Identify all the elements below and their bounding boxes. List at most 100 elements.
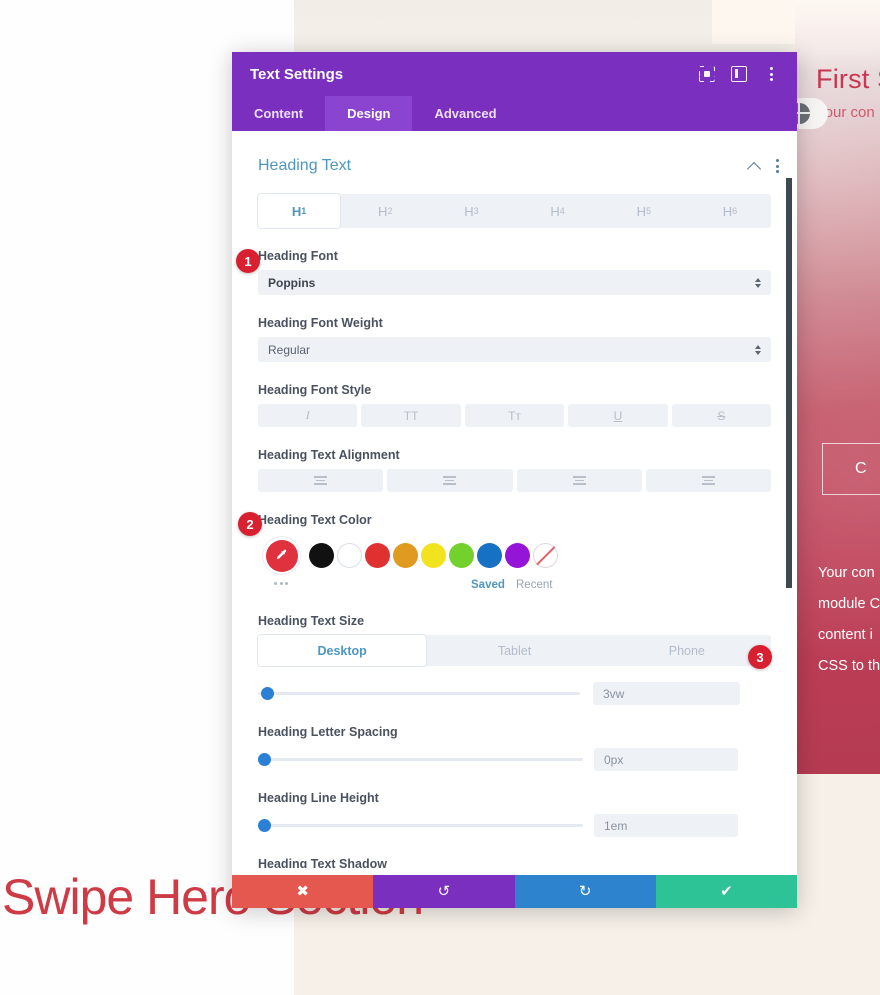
align-center-button[interactable] bbox=[387, 469, 513, 492]
device-tab-tablet[interactable]: Tablet bbox=[430, 635, 599, 666]
heading-level-h2[interactable]: H2 bbox=[344, 194, 427, 228]
strikethrough-button[interactable]: S bbox=[671, 404, 772, 427]
underline-button[interactable]: U bbox=[568, 404, 668, 427]
align-right-icon bbox=[572, 476, 586, 485]
heading-text-section-header: Heading Text bbox=[232, 131, 797, 175]
color-picker-button[interactable] bbox=[263, 537, 300, 574]
swatch-yellow[interactable] bbox=[421, 543, 446, 568]
swatch-blue[interactable] bbox=[477, 543, 502, 568]
align-justify-icon bbox=[701, 476, 715, 485]
modal-title: Text Settings bbox=[250, 65, 344, 83]
no-color-icon[interactable] bbox=[533, 543, 558, 568]
italic-button[interactable]: I bbox=[258, 404, 358, 427]
smallcaps-button[interactable]: Tᴛ bbox=[464, 404, 565, 427]
eyedropper-icon bbox=[265, 539, 298, 572]
slider-track bbox=[258, 758, 583, 761]
modal-header-icons bbox=[699, 66, 783, 82]
heading-text-size-slider[interactable] bbox=[258, 687, 580, 701]
heading-level-group: H1 H2 H3 H4 H5 H6 bbox=[258, 194, 772, 228]
heading-level-h6[interactable]: H6 bbox=[688, 194, 772, 228]
slider-track bbox=[258, 824, 583, 827]
heading-line-height-label: Heading Line Height bbox=[258, 791, 379, 805]
step-badge-3: 3 bbox=[748, 645, 772, 669]
swatch-green[interactable] bbox=[449, 543, 474, 568]
step-badge-2: 2 bbox=[238, 512, 262, 536]
hero-image-fade bbox=[795, 0, 880, 70]
hero-paragraph-line-2: module C bbox=[818, 596, 880, 612]
heading-level-h3[interactable]: H3 bbox=[430, 194, 513, 228]
more-options-icon[interactable] bbox=[763, 66, 779, 82]
section-more-icon[interactable] bbox=[776, 159, 779, 173]
slider-track bbox=[258, 692, 580, 695]
heading-letter-spacing-slider[interactable] bbox=[258, 753, 583, 767]
align-right-button[interactable] bbox=[516, 469, 642, 492]
focus-icon[interactable] bbox=[699, 66, 715, 82]
cancel-button[interactable]: ✖ bbox=[232, 875, 374, 908]
h3-label: H bbox=[464, 203, 474, 219]
heading-text-size-value[interactable]: 3vw bbox=[593, 682, 740, 705]
page-scrollbar[interactable] bbox=[786, 178, 792, 588]
hero-paragraph-line-3: content i bbox=[818, 627, 873, 643]
screenshot-root: First S Your con C Your con module C con… bbox=[0, 0, 880, 995]
swatch-red[interactable] bbox=[365, 543, 390, 568]
recent-colors-tab[interactable]: Recent bbox=[516, 579, 552, 591]
align-left-icon bbox=[314, 476, 328, 485]
h4-label: H bbox=[550, 203, 560, 219]
heading-line-height-value[interactable]: 1em bbox=[594, 814, 738, 837]
heading-line-height-slider[interactable] bbox=[258, 819, 583, 833]
modal-tabs: Content Design Advanced bbox=[232, 96, 797, 131]
undo-button[interactable]: ↺ bbox=[373, 875, 515, 908]
h1-label: H bbox=[291, 203, 302, 219]
check-icon: ✔ bbox=[720, 883, 733, 900]
device-tab-desktop[interactable]: Desktop bbox=[258, 635, 427, 666]
close-icon: ✖ bbox=[296, 883, 309, 900]
chevron-up-icon[interactable] bbox=[748, 159, 762, 173]
hero-cta-button[interactable] bbox=[822, 443, 880, 495]
slider-knob[interactable] bbox=[258, 819, 271, 832]
align-justify-button[interactable] bbox=[645, 469, 771, 492]
swatch-orange[interactable] bbox=[393, 543, 418, 568]
uppercase-button[interactable]: TT bbox=[361, 404, 461, 427]
modal-body: Heading Text H1 H2 H3 H4 H5 H6 Heading F… bbox=[232, 131, 797, 868]
hero-paragraph-line-4: CSS to th bbox=[818, 658, 880, 674]
h1-sub: 1 bbox=[301, 206, 307, 216]
heading-font-weight-value: Regular bbox=[268, 342, 311, 357]
layout-icon[interactable] bbox=[731, 66, 747, 82]
slider-knob[interactable] bbox=[261, 687, 274, 700]
more-colors-icon[interactable] bbox=[274, 582, 288, 585]
device-tabs: Desktop Tablet Phone bbox=[258, 635, 771, 666]
chevron-updown-icon bbox=[755, 344, 761, 355]
heading-font-select[interactable]: Poppins bbox=[258, 270, 771, 295]
slider-knob[interactable] bbox=[258, 753, 271, 766]
heading-level-h5[interactable]: H5 bbox=[602, 194, 685, 228]
hero-cta-label: C bbox=[855, 460, 867, 477]
heading-text-alignment-group bbox=[258, 469, 771, 492]
heading-letter-spacing-label: Heading Letter Spacing bbox=[258, 725, 398, 739]
swatch-purple[interactable] bbox=[505, 543, 530, 568]
tab-advanced[interactable]: Advanced bbox=[412, 96, 518, 131]
hero-title: First S bbox=[816, 64, 880, 94]
align-left-button[interactable] bbox=[258, 469, 384, 492]
swatch-white[interactable] bbox=[337, 543, 362, 568]
device-tab-phone[interactable]: Phone bbox=[602, 635, 771, 666]
heading-font-style-label: Heading Font Style bbox=[258, 383, 372, 397]
saved-colors-tab[interactable]: Saved bbox=[471, 579, 505, 591]
heading-letter-spacing-value[interactable]: 0px bbox=[594, 748, 738, 771]
hero-paragraph-line-1: Your con bbox=[818, 565, 875, 581]
heading-text-shadow-label: Heading Text Shadow bbox=[258, 857, 387, 868]
h5-label: H bbox=[636, 203, 646, 219]
save-button[interactable]: ✔ bbox=[655, 875, 797, 908]
tab-design[interactable]: Design bbox=[325, 96, 413, 131]
h6-sub: 6 bbox=[732, 206, 738, 216]
chevron-updown-icon bbox=[755, 277, 761, 288]
heading-letter-spacing-row: 0px bbox=[258, 748, 771, 771]
swatch-black[interactable] bbox=[309, 543, 334, 568]
redo-icon: ↻ bbox=[578, 883, 592, 900]
tab-content[interactable]: Content bbox=[232, 96, 325, 131]
heading-level-h4[interactable]: H4 bbox=[516, 194, 599, 228]
heading-font-weight-select[interactable]: Regular bbox=[258, 337, 771, 362]
color-row-secondary: Saved Recent bbox=[258, 578, 771, 596]
undo-icon: ↺ bbox=[437, 883, 451, 900]
redo-button[interactable]: ↻ bbox=[514, 875, 656, 908]
heading-level-h1[interactable]: H1 bbox=[258, 194, 341, 228]
